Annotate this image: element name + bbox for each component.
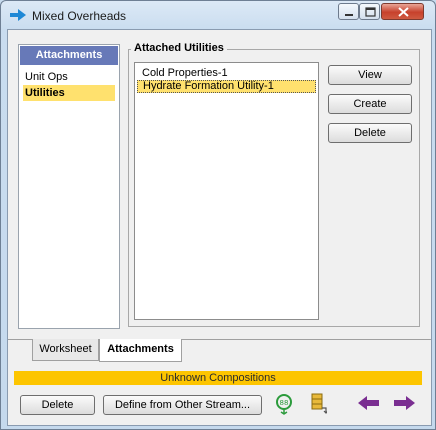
delete-utility-button[interactable]: Delete [328,123,412,143]
arrow-left-icon[interactable] [358,396,380,410]
stream-icon[interactable]: 88 [274,393,294,415]
left-item-utilities[interactable]: Utilities [23,85,115,101]
left-item-unit-ops[interactable]: Unit Ops [23,69,115,85]
define-from-other-stream-button[interactable]: Define from Other Stream... [103,395,262,415]
list-item-hydrate-formation[interactable]: Hydrate Formation Utility-1 [137,80,316,93]
client-area: Attachments Unit Ops Utilities Attached … [7,29,432,426]
minimize-button[interactable] [338,3,359,20]
list-item-cold-properties[interactable]: Cold Properties-1 [137,67,316,80]
window: Mixed Overheads Attachments Unit Ops Uti… [0,0,436,430]
tab-worksheet[interactable]: Worksheet [32,339,99,361]
svg-text:88: 88 [280,399,289,407]
arrow-right-icon [10,9,26,21]
close-button[interactable] [381,3,424,20]
create-button[interactable]: Create [328,94,412,114]
view-button[interactable]: View [328,65,412,85]
utilities-list[interactable]: Cold Properties-1 Hydrate Formation Util… [134,62,319,320]
title-bar[interactable]: Mixed Overheads [1,1,435,29]
status-bar: Unknown Compositions [14,371,422,385]
feeder-block-icon[interactable] [309,393,329,415]
attachments-panel: Attachments Unit Ops Utilities [18,44,120,329]
maximize-button[interactable] [359,3,380,20]
attached-utilities-label: Attached Utilities [131,42,227,54]
arrow-right-icon[interactable] [393,396,415,410]
delete-stream-button[interactable]: Delete [20,395,95,415]
attachments-header: Attachments [20,46,118,65]
window-title: Mixed Overheads [32,9,127,23]
tab-attachments[interactable]: Attachments [99,339,182,362]
